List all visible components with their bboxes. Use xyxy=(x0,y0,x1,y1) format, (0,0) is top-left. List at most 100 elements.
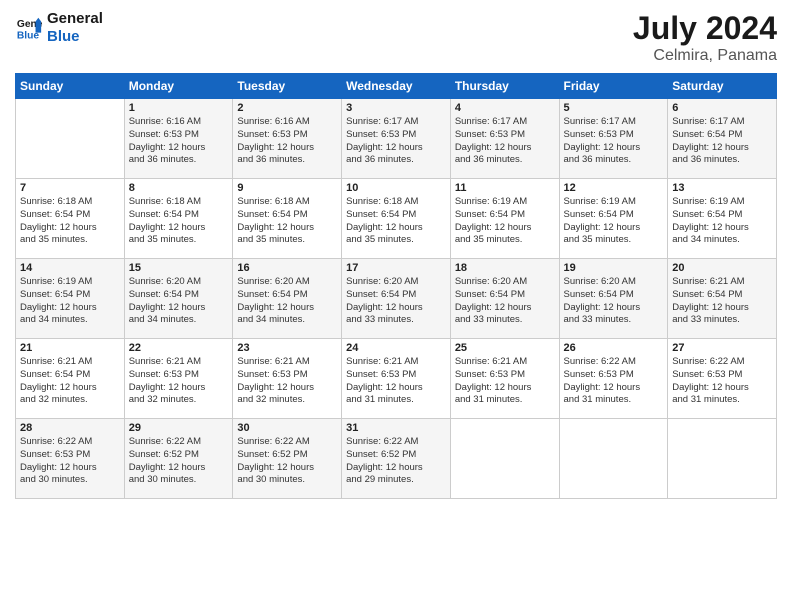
calendar-cell: 17 Sunrise: 6:20 AM Sunset: 6:54 PM Dayli… xyxy=(342,259,451,339)
calendar-cell: 30 Sunrise: 6:22 AM Sunset: 6:52 PM Dayli… xyxy=(233,419,342,499)
day-detail: Sunrise: 6:16 AM Sunset: 6:53 PM Dayligh… xyxy=(129,116,229,167)
day-number: 16 xyxy=(237,262,337,274)
day-detail: Sunrise: 6:22 AM Sunset: 6:53 PM Dayligh… xyxy=(20,436,120,487)
calendar-cell: 11 Sunrise: 6:19 AM Sunset: 6:54 PM Dayli… xyxy=(450,179,559,259)
calendar-page: General Blue General Blue July 2024 Celm… xyxy=(0,0,792,612)
header: General Blue General Blue July 2024 Celm… xyxy=(15,10,777,65)
day-number: 24 xyxy=(346,342,446,354)
calendar-cell: 27 Sunrise: 6:22 AM Sunset: 6:53 PM Dayli… xyxy=(668,339,777,419)
day-detail: Sunrise: 6:17 AM Sunset: 6:53 PM Dayligh… xyxy=(564,116,664,167)
logo-icon: General Blue xyxy=(15,14,43,42)
day-number: 12 xyxy=(564,182,664,194)
calendar-cell: 26 Sunrise: 6:22 AM Sunset: 6:53 PM Dayli… xyxy=(559,339,668,419)
calendar-table: SundayMondayTuesdayWednesdayThursdayFrid… xyxy=(15,73,777,499)
calendar-cell xyxy=(668,419,777,499)
day-number: 17 xyxy=(346,262,446,274)
day-number: 13 xyxy=(672,182,772,194)
col-header-thursday: Thursday xyxy=(450,74,559,99)
day-detail: Sunrise: 6:22 AM Sunset: 6:52 PM Dayligh… xyxy=(237,436,337,487)
day-detail: Sunrise: 6:16 AM Sunset: 6:53 PM Dayligh… xyxy=(237,116,337,167)
day-detail: Sunrise: 6:22 AM Sunset: 6:53 PM Dayligh… xyxy=(564,356,664,407)
day-detail: Sunrise: 6:21 AM Sunset: 6:54 PM Dayligh… xyxy=(672,276,772,327)
day-number: 18 xyxy=(455,262,555,274)
col-header-saturday: Saturday xyxy=(668,74,777,99)
day-detail: Sunrise: 6:22 AM Sunset: 6:52 PM Dayligh… xyxy=(346,436,446,487)
title-block: July 2024 Celmira, Panama xyxy=(633,10,777,65)
day-number: 27 xyxy=(672,342,772,354)
day-number: 3 xyxy=(346,102,446,114)
day-number: 31 xyxy=(346,422,446,434)
day-detail: Sunrise: 6:19 AM Sunset: 6:54 PM Dayligh… xyxy=(564,196,664,247)
calendar-cell: 7Sunrise: 6:18 AM Sunset: 6:54 PM Daylig… xyxy=(16,179,125,259)
location-title: Celmira, Panama xyxy=(633,47,777,65)
day-detail: Sunrise: 6:20 AM Sunset: 6:54 PM Dayligh… xyxy=(237,276,337,327)
day-number: 29 xyxy=(129,422,229,434)
col-header-sunday: Sunday xyxy=(16,74,125,99)
day-detail: Sunrise: 6:19 AM Sunset: 6:54 PM Dayligh… xyxy=(455,196,555,247)
day-detail: Sunrise: 6:18 AM Sunset: 6:54 PM Dayligh… xyxy=(346,196,446,247)
day-detail: Sunrise: 6:21 AM Sunset: 6:54 PM Dayligh… xyxy=(20,356,120,407)
calendar-cell: 10 Sunrise: 6:18 AM Sunset: 6:54 PM Dayli… xyxy=(342,179,451,259)
day-detail: Sunrise: 6:20 AM Sunset: 6:54 PM Dayligh… xyxy=(346,276,446,327)
day-detail: Sunrise: 6:20 AM Sunset: 6:54 PM Dayligh… xyxy=(455,276,555,327)
col-header-monday: Monday xyxy=(124,74,233,99)
col-header-wednesday: Wednesday xyxy=(342,74,451,99)
calendar-cell: 14 Sunrise: 6:19 AM Sunset: 6:54 PM Dayli… xyxy=(16,259,125,339)
day-number: 7 xyxy=(20,182,120,194)
calendar-cell: 23Sunrise: 6:21 AM Sunset: 6:53 PM Dayli… xyxy=(233,339,342,419)
logo-line1: General xyxy=(47,10,103,28)
calendar-cell xyxy=(559,419,668,499)
calendar-cell: 20 Sunrise: 6:21 AM Sunset: 6:54 PM Dayli… xyxy=(668,259,777,339)
calendar-cell: 25Sunrise: 6:21 AM Sunset: 6:53 PM Dayli… xyxy=(450,339,559,419)
day-number: 23 xyxy=(237,342,337,354)
day-number: 10 xyxy=(346,182,446,194)
calendar-cell: 12 Sunrise: 6:19 AM Sunset: 6:54 PM Dayli… xyxy=(559,179,668,259)
calendar-cell: 31 Sunrise: 6:22 AM Sunset: 6:52 PM Dayli… xyxy=(342,419,451,499)
day-number: 4 xyxy=(455,102,555,114)
calendar-cell: 9Sunrise: 6:18 AM Sunset: 6:54 PM Daylig… xyxy=(233,179,342,259)
day-number: 9 xyxy=(237,182,337,194)
day-number: 20 xyxy=(672,262,772,274)
day-number: 26 xyxy=(564,342,664,354)
calendar-cell: 13Sunrise: 6:19 AM Sunset: 6:54 PM Dayli… xyxy=(668,179,777,259)
day-number: 22 xyxy=(129,342,229,354)
day-number: 2 xyxy=(237,102,337,114)
day-number: 14 xyxy=(20,262,120,274)
day-number: 5 xyxy=(564,102,664,114)
calendar-cell: 16 Sunrise: 6:20 AM Sunset: 6:54 PM Dayli… xyxy=(233,259,342,339)
calendar-cell: 29 Sunrise: 6:22 AM Sunset: 6:52 PM Dayli… xyxy=(124,419,233,499)
day-detail: Sunrise: 6:20 AM Sunset: 6:54 PM Dayligh… xyxy=(129,276,229,327)
calendar-cell: 22Sunrise: 6:21 AM Sunset: 6:53 PM Dayli… xyxy=(124,339,233,419)
col-header-tuesday: Tuesday xyxy=(233,74,342,99)
day-number: 21 xyxy=(20,342,120,354)
day-number: 1 xyxy=(129,102,229,114)
col-header-friday: Friday xyxy=(559,74,668,99)
calendar-cell: 28 Sunrise: 6:22 AM Sunset: 6:53 PM Dayli… xyxy=(16,419,125,499)
calendar-cell: 19 Sunrise: 6:20 AM Sunset: 6:54 PM Dayli… xyxy=(559,259,668,339)
day-number: 30 xyxy=(237,422,337,434)
calendar-cell xyxy=(16,99,125,179)
day-detail: Sunrise: 6:22 AM Sunset: 6:52 PM Dayligh… xyxy=(129,436,229,487)
day-number: 11 xyxy=(455,182,555,194)
calendar-cell: 6Sunrise: 6:17 AM Sunset: 6:54 PM Daylig… xyxy=(668,99,777,179)
day-detail: Sunrise: 6:17 AM Sunset: 6:53 PM Dayligh… xyxy=(346,116,446,167)
day-detail: Sunrise: 6:19 AM Sunset: 6:54 PM Dayligh… xyxy=(20,276,120,327)
calendar-cell: 21 Sunrise: 6:21 AM Sunset: 6:54 PM Dayli… xyxy=(16,339,125,419)
calendar-cell: 8 Sunrise: 6:18 AM Sunset: 6:54 PM Daylig… xyxy=(124,179,233,259)
day-number: 28 xyxy=(20,422,120,434)
day-detail: Sunrise: 6:22 AM Sunset: 6:53 PM Dayligh… xyxy=(672,356,772,407)
day-detail: Sunrise: 6:17 AM Sunset: 6:53 PM Dayligh… xyxy=(455,116,555,167)
calendar-cell xyxy=(450,419,559,499)
calendar-cell: 24Sunrise: 6:21 AM Sunset: 6:53 PM Dayli… xyxy=(342,339,451,419)
day-number: 8 xyxy=(129,182,229,194)
day-number: 19 xyxy=(564,262,664,274)
day-detail: Sunrise: 6:18 AM Sunset: 6:54 PM Dayligh… xyxy=(129,196,229,247)
day-number: 25 xyxy=(455,342,555,354)
logo: General Blue General Blue xyxy=(15,10,103,46)
calendar-cell: 1 Sunrise: 6:16 AM Sunset: 6:53 PM Daylig… xyxy=(124,99,233,179)
calendar-cell: 3 Sunrise: 6:17 AM Sunset: 6:53 PM Daylig… xyxy=(342,99,451,179)
calendar-cell: 2 Sunrise: 6:16 AM Sunset: 6:53 PM Daylig… xyxy=(233,99,342,179)
month-title: July 2024 xyxy=(633,10,777,47)
day-detail: Sunrise: 6:20 AM Sunset: 6:54 PM Dayligh… xyxy=(564,276,664,327)
day-detail: Sunrise: 6:17 AM Sunset: 6:54 PM Dayligh… xyxy=(672,116,772,167)
